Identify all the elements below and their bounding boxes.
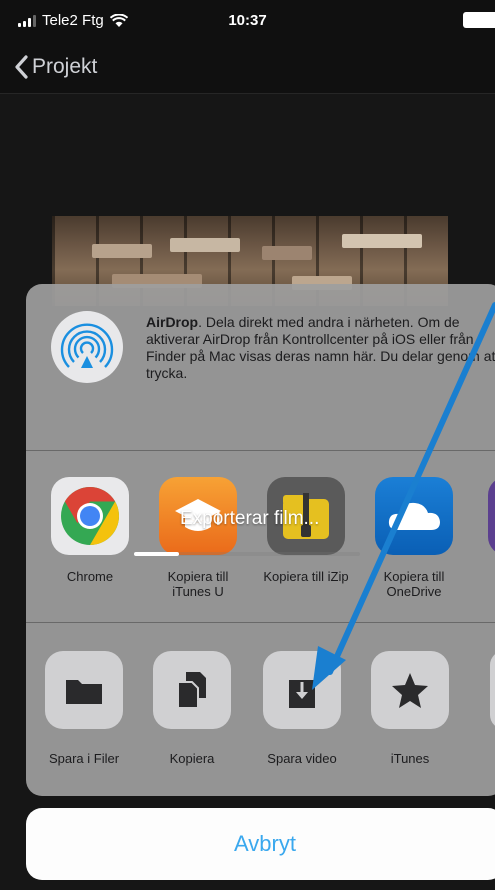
airdrop-section[interactable]: AirDrop. Dela direkt med andra i närhete… (26, 284, 495, 451)
action-save-to-files[interactable]: Spara i Filer (34, 651, 134, 766)
actions-row: Spara i Filer Kopiera Spara video iTunes (26, 623, 495, 796)
app-label: Chrome (66, 569, 114, 584)
back-label: Projekt (32, 55, 98, 78)
action-label: Spara i Filer (48, 751, 120, 766)
app-itunes-u[interactable]: Kopiera till iTunes U (152, 477, 244, 599)
app-partial-tile[interactable] (488, 477, 495, 555)
airdrop-icon (51, 311, 123, 383)
battery-icon (463, 12, 495, 28)
share-sheet: AirDrop. Dela direkt med andra i närhete… (26, 284, 495, 796)
apps-row: Chrome Kopiera till iTunes U Kopiera til… (26, 451, 495, 623)
copy-icon (153, 651, 231, 729)
app-chrome[interactable]: Chrome (44, 477, 136, 584)
action-label: Kopiera (169, 751, 215, 766)
cancel-button[interactable]: Avbryt (26, 808, 495, 880)
star-icon (371, 651, 449, 729)
save-video-icon (263, 651, 341, 729)
app-label: Kopiera till iZip (263, 569, 349, 584)
nav-bar: Projekt (0, 40, 495, 94)
app-onedrive[interactable]: Kopiera till OneDrive (368, 477, 460, 599)
action-label: iTunes (390, 751, 430, 766)
action-partial-tile[interactable] (490, 651, 495, 729)
action-itunes[interactable]: iTunes (360, 651, 460, 766)
action-save-video[interactable]: Spara video (252, 651, 352, 766)
airdrop-body: . Dela direkt med andra i närheten. Om d… (146, 314, 495, 381)
export-progress-bar (134, 552, 360, 556)
status-time: 10:37 (228, 12, 267, 29)
app-izip[interactable]: Kopiera till iZip (260, 477, 352, 584)
export-status: Exporterar film... (180, 508, 320, 529)
airdrop-description: AirDrop. Dela direkt med andra i närhete… (146, 314, 495, 382)
airdrop-title: AirDrop (146, 314, 199, 330)
status-bar: Tele2 Ftg 10:37 (0, 0, 495, 40)
chrome-icon (51, 477, 129, 555)
action-copy[interactable]: Kopiera (142, 651, 242, 766)
onedrive-icon (375, 477, 453, 555)
chevron-left-icon (15, 55, 28, 79)
app-label: Kopiera till OneDrive (383, 569, 445, 599)
export-progress-fill (134, 552, 180, 556)
screen: Tele2 Ftg 10:37 Projekt AirDrop. Dela di… (0, 0, 495, 890)
action-label: Spara video (267, 751, 337, 766)
app-label: Kopiera till iTunes U (167, 569, 229, 599)
back-button[interactable]: Projekt (14, 50, 97, 84)
folder-icon (45, 651, 123, 729)
